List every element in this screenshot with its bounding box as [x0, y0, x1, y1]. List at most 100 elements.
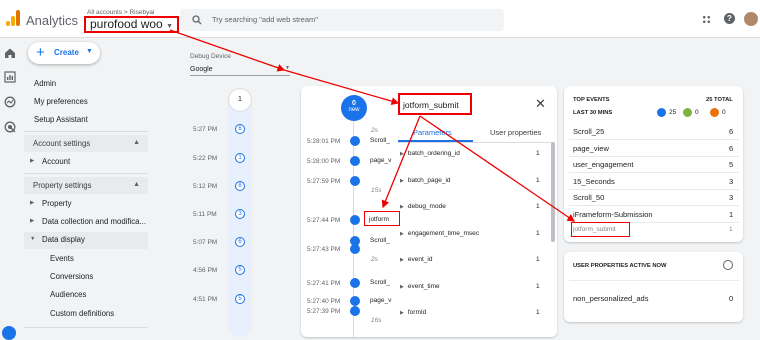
divider	[569, 172, 739, 173]
nav-admin[interactable]: Admin	[34, 79, 56, 88]
param-row[interactable]: ▶ batch_page_id	[400, 177, 451, 184]
chevron-down-icon: ▼	[166, 23, 174, 30]
param-name: formId	[407, 309, 427, 316]
property-selector[interactable]: purofood woo ▼	[84, 16, 180, 33]
event-type-count: 25	[669, 109, 677, 116]
stream-duration: 2s	[371, 127, 378, 134]
user-properties-title: USER PROPERTIES ACTIVE NOW	[573, 263, 667, 269]
stream-event[interactable]: Scroll_	[370, 279, 390, 286]
param-row[interactable]: ▶ formId	[400, 309, 426, 316]
stream-event[interactable]: Scroll_	[370, 137, 390, 144]
caret-right-icon: ▶	[400, 230, 404, 237]
stream-time: 5:27:40 PM	[307, 298, 341, 305]
minute-count[interactable]: 5	[235, 294, 245, 304]
nav-audiences[interactable]: Audiences	[50, 290, 86, 299]
top-event-name[interactable]: Scroll_25	[573, 127, 604, 136]
analytics-logo[interactable]	[6, 10, 20, 26]
nav-property[interactable]: Property	[42, 199, 71, 208]
top-event-name[interactable]: 15_Seconds	[573, 177, 615, 186]
nav-preferences[interactable]: My preferences	[34, 97, 88, 106]
nav-setup-assistant[interactable]: Setup Assistant	[34, 115, 88, 124]
param-row[interactable]: ▶ engagement_time_msec	[400, 230, 479, 237]
apps-grid-icon[interactable]	[702, 15, 711, 24]
user-property-name[interactable]: non_personalized_ads	[573, 294, 648, 303]
minute-count[interactable]: 5	[235, 265, 245, 275]
property-settings-section[interactable]: Property settings ▲	[24, 177, 148, 194]
event-icon	[350, 278, 360, 288]
top-bar: Analytics All accounts > Risebyai purofo…	[0, 0, 760, 38]
search-bar[interactable]: Try searching "add web stream"	[180, 9, 504, 31]
minute-count[interactable]: 6	[235, 237, 245, 247]
stream-time: 5:27:43 PM	[307, 246, 341, 253]
new-events-badge[interactable]: 0 new	[341, 95, 367, 121]
event-icon	[350, 306, 360, 316]
home-icon[interactable]	[4, 47, 16, 59]
top-event-name[interactable]: page_view	[573, 144, 609, 153]
tab-parameters[interactable]: Parameters	[413, 128, 452, 137]
minute-count[interactable]: 3	[235, 209, 245, 219]
param-row[interactable]: ▶ event_id	[400, 256, 432, 263]
minute-count[interactable]: 1	[235, 153, 245, 163]
event-type-badge-icon	[683, 108, 692, 117]
event-icon	[350, 215, 360, 225]
param-row[interactable]: ▶ debug_mode	[400, 203, 446, 210]
account-settings-section[interactable]: Account settings ▲	[24, 135, 148, 152]
help-icon[interactable]: ?	[724, 13, 735, 24]
nav-custom-definitions[interactable]: Custom definitions	[50, 309, 114, 318]
debug-device-value: Google	[190, 66, 213, 73]
divider	[24, 173, 148, 174]
reports-icon[interactable]	[4, 71, 16, 83]
caret-right-icon: ▶	[400, 151, 404, 157]
property-name: purofood woo	[90, 17, 163, 31]
nav-data-display[interactable]: Data display	[42, 235, 85, 244]
nav-events[interactable]: Events	[50, 254, 74, 263]
minute-time: 5:07 PM	[193, 239, 218, 246]
stream-time: 5:27:44 PM	[307, 217, 341, 224]
caret-right-icon: ▶	[400, 204, 404, 210]
stream-time: 5:28:01 PM	[307, 138, 341, 145]
nav-data-collection[interactable]: Data collection and modifica...	[42, 217, 146, 226]
current-minute-count[interactable]: 1	[228, 88, 252, 112]
new-label: new	[348, 107, 360, 113]
nav-conversions[interactable]: Conversions	[50, 272, 93, 281]
param-row[interactable]: ▶ batch_ordering_id	[400, 150, 460, 157]
search-input[interactable]: Try searching "add web stream"	[212, 15, 318, 24]
minute-count[interactable]: 8	[235, 181, 245, 191]
caret-right-icon: ▶	[30, 158, 35, 164]
param-name: debug_mode	[407, 203, 446, 210]
section-label: Account settings	[33, 139, 91, 148]
top-event-name[interactable]: user_engagement	[573, 160, 633, 169]
caret-right-icon: ▶	[400, 177, 404, 184]
history-icon[interactable]	[723, 260, 733, 270]
caret-right-icon: ▶	[400, 310, 404, 316]
advertising-icon[interactable]	[4, 121, 16, 133]
stream-duration: 16s	[371, 317, 382, 324]
top-events-subtitle: LAST 30 MINS	[573, 110, 613, 116]
stream-time: 5:28:00 PM	[307, 158, 341, 165]
top-event-name[interactable]: Scroll_50	[573, 193, 604, 202]
top-events-title: TOP EVENTS	[573, 97, 610, 103]
admin-gear-icon[interactable]	[2, 326, 16, 340]
tab-user-properties[interactable]: User properties	[490, 128, 541, 137]
debug-device-select[interactable]: Google ▼	[190, 64, 290, 76]
top-event-count: 1	[729, 209, 734, 219]
scrollbar[interactable]	[551, 142, 555, 242]
stream-event[interactable]: page_v	[370, 297, 391, 304]
stream-event[interactable]: Scroll_	[370, 237, 390, 244]
app-title: Analytics	[26, 13, 79, 28]
event-title: jotform_submit	[403, 100, 459, 110]
create-button[interactable]: + Create ▼	[28, 42, 100, 64]
explore-icon[interactable]	[4, 96, 16, 108]
account-breadcrumb[interactable]: All accounts > Risebyai	[87, 9, 154, 16]
stream-event[interactable]: jotform	[369, 216, 389, 223]
close-icon[interactable]: ✕	[535, 96, 546, 112]
param-row[interactable]: ▶ event_time	[400, 283, 440, 290]
top-event-name[interactable]: iFrameform-Submission	[573, 210, 653, 219]
minute-count[interactable]: 6	[235, 124, 245, 134]
stream-event[interactable]: page_v	[370, 157, 391, 164]
nav-account[interactable]: Account	[42, 157, 70, 166]
divider	[569, 139, 739, 140]
event-type-badge-icon	[710, 108, 719, 117]
avatar[interactable]	[744, 12, 758, 26]
param-count: 1	[536, 282, 540, 290]
